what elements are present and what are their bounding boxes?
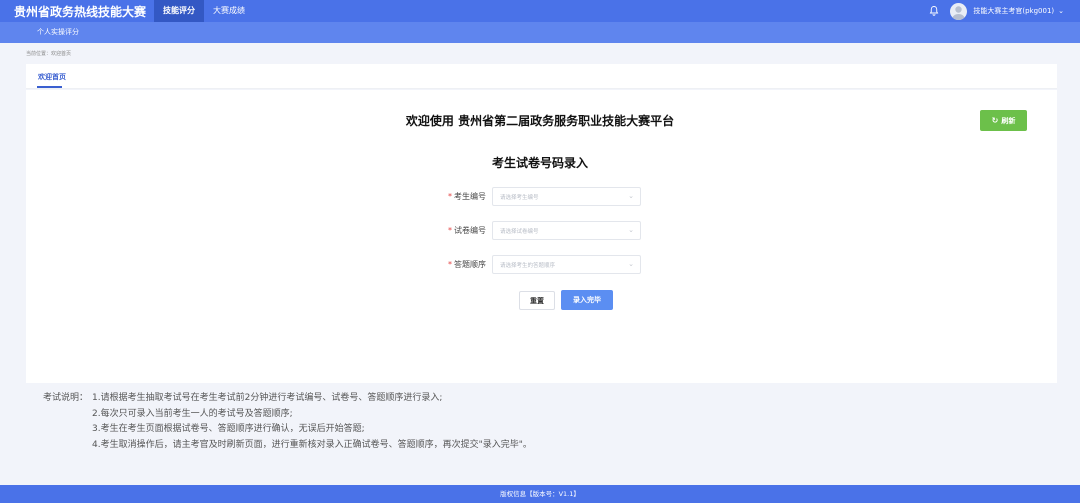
- candidate-id-label: * 考生编号: [448, 192, 486, 201]
- footer-copyright: 版权信息【版本号：V1.1】: [0, 485, 1080, 503]
- candidate-id-select[interactable]: 请选择考生编号 ⌄: [492, 187, 641, 206]
- reset-button[interactable]: 重置: [519, 291, 555, 310]
- form-row-paper: * 试卷编号 请选择试卷编号 ⌄: [0, 221, 1080, 241]
- notes-label: 考试说明：: [43, 393, 89, 403]
- top-header: 贵州省政务热线技能大赛 技能评分 大赛成绩 技能大赛主考官(pkg001) ⌄: [0, 0, 1080, 22]
- paper-id-label: * 试卷编号: [448, 226, 486, 235]
- breadcrumb: 当前位置：欢迎首页: [26, 51, 72, 57]
- refresh-button[interactable]: ↻ 刷新: [980, 110, 1027, 131]
- chevron-down-icon: ⌄: [628, 192, 634, 200]
- user-area: 技能大赛主考官(pkg001) ⌄: [928, 0, 1064, 22]
- chevron-down-icon: ⌄: [628, 260, 634, 268]
- page-title: 欢迎使用 贵州省第二届政务服务职业技能大赛平台: [405, 114, 675, 128]
- app-title: 贵州省政务热线技能大赛: [14, 4, 147, 19]
- tab-welcome[interactable]: 欢迎首页: [38, 72, 66, 82]
- note-line: 3.考生在考生页面根据试卷号、答题顺序进行确认，无误后开始答题;: [92, 424, 365, 434]
- user-icon: [952, 5, 966, 20]
- answer-order-select[interactable]: 请选择考生的答题顺序 ⌄: [492, 255, 641, 274]
- user-name[interactable]: 技能大赛主考官(pkg001): [973, 6, 1054, 16]
- answer-order-placeholder: 请选择考生的答题顺序: [500, 263, 556, 269]
- chevron-down-icon: ⌄: [628, 226, 634, 234]
- note-line: 2.每次只可录入当前考生一人的考试号及答题顺序;: [92, 408, 293, 419]
- bell-icon[interactable]: [928, 5, 940, 17]
- candidate-id-placeholder: 请选择考生编号: [500, 195, 539, 201]
- tab-active-indicator: [37, 86, 62, 88]
- note-line: 1.请根据考生抽取考试号在考生考试前2分钟进行考试编号、试卷号、答题顺序进行录入…: [92, 393, 443, 403]
- refresh-label: 刷新: [1001, 116, 1016, 125]
- chevron-down-icon[interactable]: ⌄: [1058, 7, 1064, 15]
- sub-nav: 个人实操评分: [0, 22, 1080, 43]
- paper-id-placeholder: 请选择试卷编号: [500, 229, 539, 235]
- form-row-order: * 答题顺序 请选择考生的答题顺序 ⌄: [0, 255, 1080, 275]
- submit-button[interactable]: 录入完毕: [561, 290, 613, 310]
- note-line: 4.考生取消操作后，请主考官及时刷新页面，进行重新核对录入正确试卷号、答题顺序，…: [92, 439, 532, 450]
- form-row-candidate: * 考生编号 请选择考生编号 ⌄: [0, 187, 1080, 207]
- subnav-personal-scoring[interactable]: 个人实操评分: [37, 22, 79, 43]
- refresh-icon: ↻: [991, 116, 999, 125]
- avatar[interactable]: [950, 2, 968, 20]
- paper-id-select[interactable]: 请选择试卷编号 ⌄: [492, 221, 641, 240]
- nav-skill-scoring[interactable]: 技能评分: [154, 0, 204, 22]
- tab-bar: 欢迎首页: [26, 64, 1057, 89]
- nav-contest-results[interactable]: 大赛成绩: [204, 0, 254, 22]
- answer-order-label: * 答题顺序: [448, 260, 486, 269]
- form-title: 考生试卷号码录入: [491, 156, 588, 170]
